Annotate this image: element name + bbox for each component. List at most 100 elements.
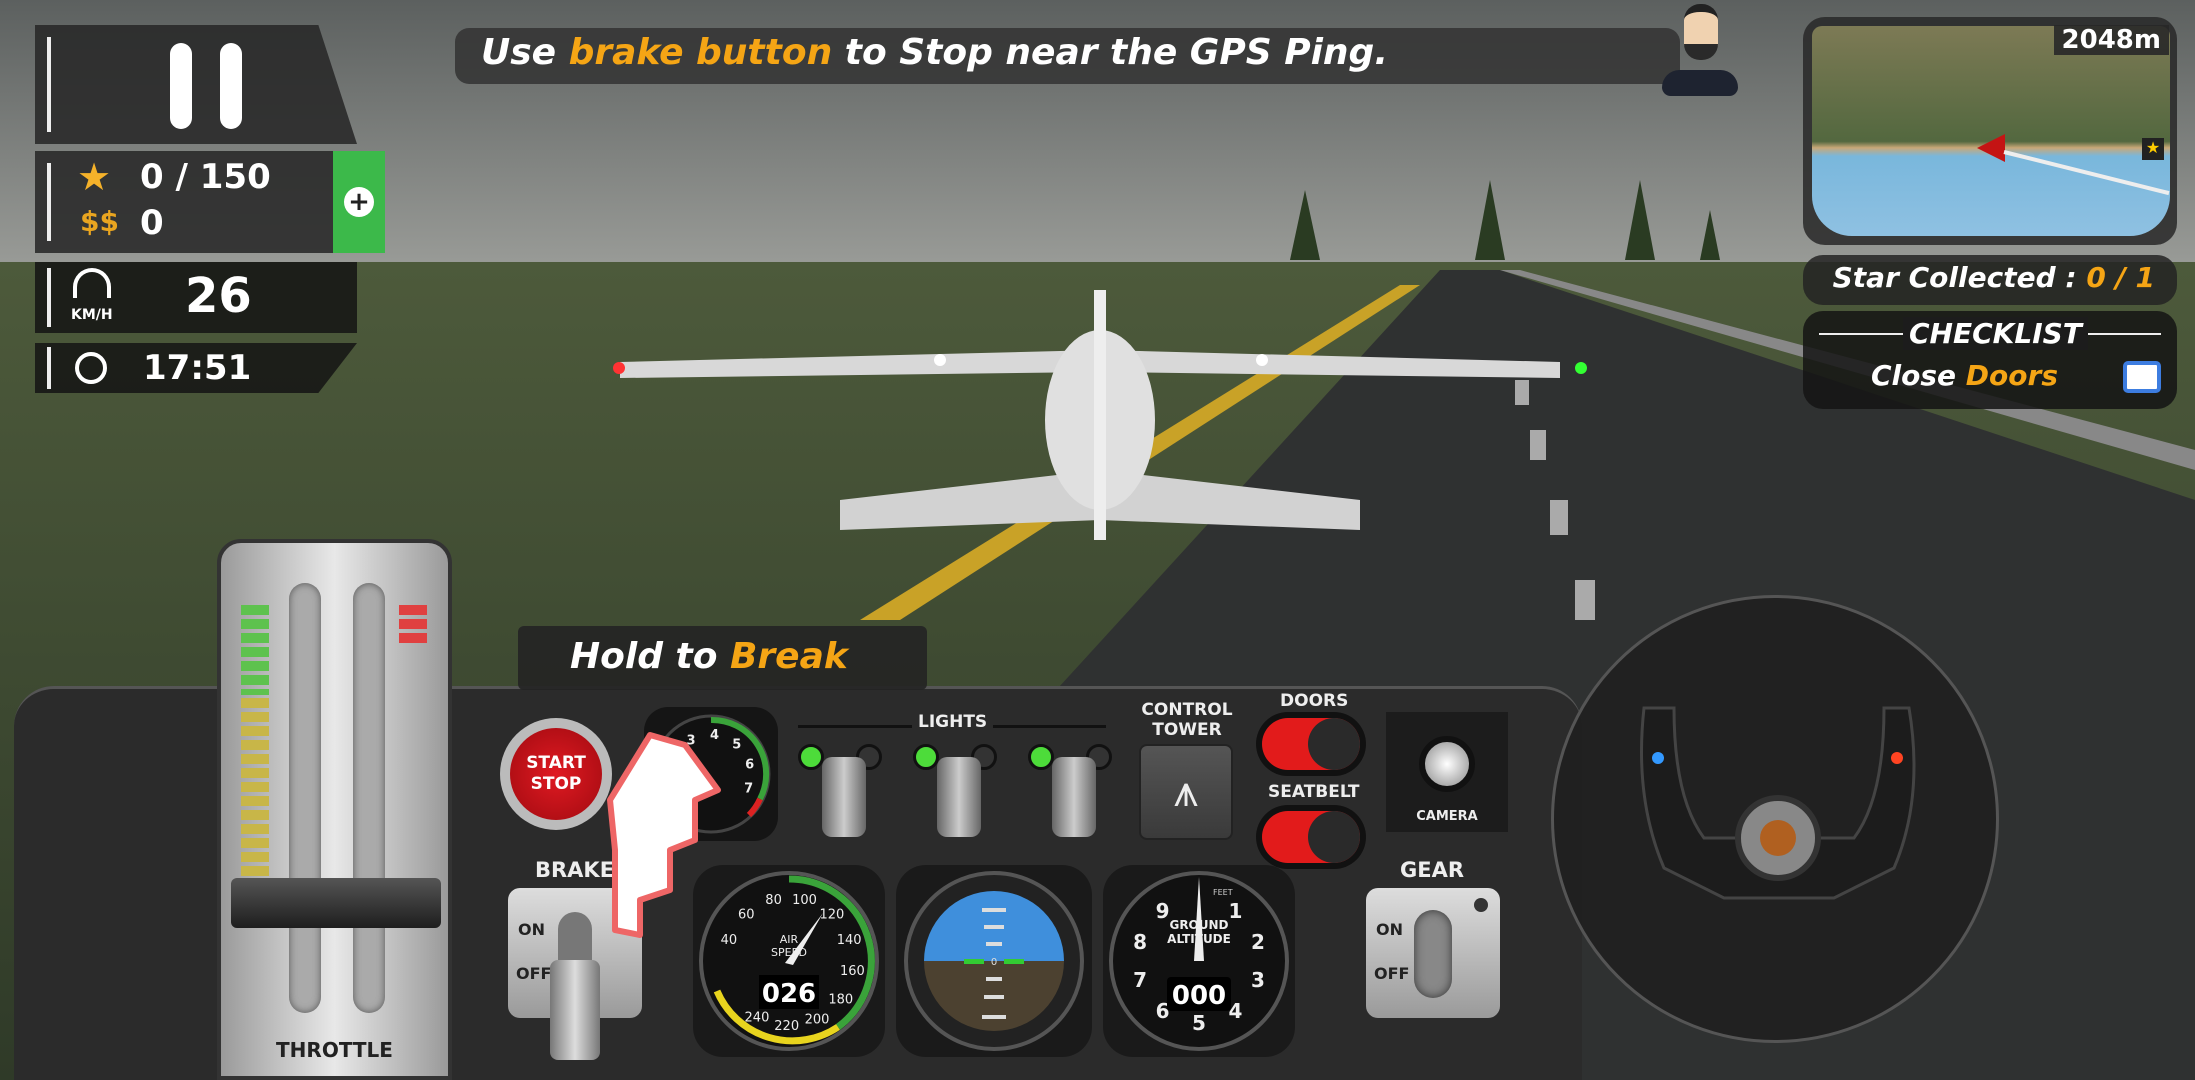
- hint-highlight: Break: [729, 636, 848, 677]
- radio-tower-icon: ⩚: [1173, 766, 1199, 817]
- target-star-icon: ★: [2142, 138, 2164, 160]
- airspeed-tick-label: 200: [805, 1013, 830, 1028]
- altitude-tick-label: 5: [1192, 1011, 1206, 1035]
- plus-icon: +: [344, 187, 374, 217]
- rpm-tick-label: 7: [744, 782, 753, 797]
- throttle-level-red: [399, 605, 427, 645]
- checklist-checkbox[interactable]: [2123, 361, 2161, 393]
- airspeed-tick-label: 100: [792, 893, 817, 908]
- airspeed-tick-label: 220: [774, 1019, 799, 1034]
- throttle-lever[interactable]: [231, 878, 441, 928]
- clock-icon: [75, 352, 107, 384]
- seatbelt-switch[interactable]: [1256, 805, 1366, 869]
- camera-section: CAMERA: [1386, 712, 1508, 832]
- yoke-icon: [1640, 706, 1916, 900]
- airspeed-tick-label: 140: [837, 933, 862, 948]
- pause-icon: [170, 43, 192, 129]
- attitude-center: 0: [991, 957, 997, 968]
- instruction-text-end: to Stop near the GPS Ping.: [832, 32, 1389, 73]
- control-label: CONTROL: [1141, 700, 1233, 720]
- coins-icon: $$: [80, 205, 119, 238]
- checklist-panel: CHECKLIST Close Doors: [1803, 311, 2177, 409]
- camera-knob[interactable]: [1419, 736, 1475, 792]
- altitude-tick-label: 9: [1156, 899, 1170, 923]
- altitude-readout: 000: [1172, 981, 1226, 1011]
- seatbelt-label: SEATBELT: [1268, 782, 1360, 802]
- add-currency-button[interactable]: +: [333, 151, 385, 253]
- control-tower-button[interactable]: ⩚: [1139, 744, 1233, 840]
- tower-label: TOWER: [1152, 720, 1222, 740]
- ground-altitude-gauge: 123456789 FEET GROUND ALTITUDE 000: [1103, 865, 1295, 1057]
- gear-label: GEAR: [1400, 858, 1465, 882]
- time-panel: 17:51: [35, 343, 357, 393]
- throttle-level-green: [241, 605, 269, 695]
- stop-label: STOP: [530, 774, 582, 794]
- airspeed-tick-label: 240: [745, 1010, 770, 1025]
- star-collected-value: 0 / 1: [2086, 261, 2155, 294]
- airspeed-readout: 026: [762, 979, 816, 1009]
- hold-to-break-hint: Hold to Break: [518, 626, 927, 690]
- airspeed-tick-label: 180: [828, 993, 853, 1008]
- control-tower-section: CONTROL TOWER ⩚: [1137, 700, 1237, 840]
- light-indicator-green: [798, 744, 824, 770]
- lights-label: LIGHTS: [912, 712, 994, 732]
- instruction-highlight: brake button: [568, 32, 833, 73]
- altitude-tick-label: 2: [1251, 930, 1265, 954]
- instruction-banner: Use brake button to Stop near the GPS Pi…: [455, 28, 1680, 84]
- airspeed-tick-label: 160: [840, 964, 865, 979]
- speed-value: 26: [185, 268, 252, 324]
- altitude-unit: FEET: [1213, 888, 1233, 897]
- yoke-control[interactable]: [1551, 595, 1999, 1043]
- gear-lever[interactable]: [1414, 910, 1452, 998]
- currency-panel: ★ 0 / 150 $$ 0: [35, 151, 333, 253]
- gear-switch[interactable]: ON OFF: [1366, 888, 1500, 1018]
- star-collected-panel: Star Collected : 0 / 1: [1803, 255, 2177, 305]
- rpm-tick-label: 5: [732, 737, 741, 752]
- airspeed-tick-label: 60: [738, 907, 755, 922]
- light-toggle-switch[interactable]: [822, 757, 866, 837]
- altitude-tick-label: 8: [1133, 930, 1147, 954]
- star-collected-label: Star Collected :: [1832, 261, 2087, 294]
- pause-button[interactable]: [135, 43, 275, 129]
- distance-readout: 2048m: [2053, 25, 2169, 55]
- minimap[interactable]: ★ 2048m: [1803, 17, 2177, 245]
- light-toggle-switch[interactable]: [937, 757, 981, 837]
- star-icon: ★: [77, 155, 112, 199]
- airspeed-tick-label: 80: [765, 893, 782, 908]
- hint-text: Hold to: [570, 636, 730, 677]
- checklist-title: CHECKLIST: [1903, 317, 2088, 350]
- time-value: 17:51: [143, 348, 252, 388]
- altitude-tick-label: 3: [1251, 968, 1265, 992]
- stars-count: 0 / 150: [140, 157, 271, 197]
- speedometer-icon: [73, 268, 111, 298]
- doors-label: DOORS: [1280, 691, 1349, 711]
- gear-off-label: OFF: [1374, 964, 1410, 983]
- camera-label: CAMERA: [1416, 809, 1478, 824]
- throttle-label: THROTTLE: [276, 1038, 393, 1062]
- doors-switch[interactable]: [1256, 712, 1366, 776]
- attitude-indicator: 0: [896, 865, 1092, 1057]
- brake-on-label: ON: [518, 920, 545, 939]
- airspeed-label-1: AIR: [780, 933, 799, 946]
- checklist-item-text: Close: [1871, 359, 1966, 392]
- brake-lever[interactable]: [550, 960, 600, 1060]
- gear-indicator-light: [1474, 898, 1488, 912]
- airspeed-tick-label: 120: [819, 907, 844, 922]
- altitude-tick-label: 7: [1133, 968, 1147, 992]
- start-stop-button[interactable]: START STOP: [500, 718, 612, 830]
- brake-off-label: OFF: [516, 964, 552, 983]
- light-indicator-green: [913, 744, 939, 770]
- gear-on-label: ON: [1376, 920, 1403, 939]
- throttle-level-yellow: [241, 698, 269, 898]
- speed-unit: KM/H: [71, 307, 113, 323]
- altitude-tick-label: 1: [1228, 899, 1242, 923]
- instruction-text: Use: [481, 32, 569, 73]
- throttle-panel: THROTTLE: [217, 539, 452, 1080]
- checklist-item-highlight: Doors: [1965, 359, 2058, 392]
- speed-panel: KM/H 26: [35, 262, 357, 333]
- coins-count: 0: [140, 203, 164, 243]
- start-label: START: [526, 753, 586, 773]
- pilot-avatar: [1662, 0, 1738, 98]
- lights-section: LIGHTS: [798, 712, 1112, 842]
- light-toggle-switch[interactable]: [1052, 757, 1096, 837]
